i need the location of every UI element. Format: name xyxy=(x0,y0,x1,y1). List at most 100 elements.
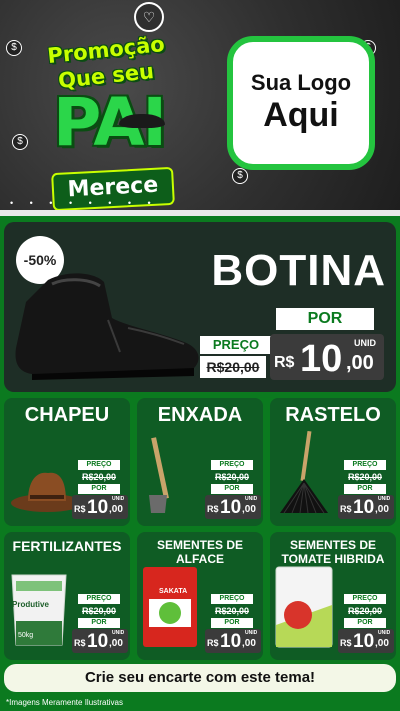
product-card[interactable]: CHAPEU PREÇO R$20,00 POR R$ 10,00 UNID xyxy=(4,398,130,526)
currency: R$ xyxy=(340,504,352,514)
price-tag: PREÇO R$20,00 POR R$ 10,00 UNID xyxy=(205,460,261,522)
coin-icon: $ xyxy=(232,168,248,184)
new-price: R$ 10,00 UNID xyxy=(205,495,261,519)
preco-label: PREÇO xyxy=(211,460,253,470)
lettuce-seeds-image xyxy=(141,565,199,654)
tomato-seeds-image xyxy=(274,565,334,654)
new-price: R$ 10,00 UNID xyxy=(72,629,128,653)
price-cents: ,00 xyxy=(242,638,256,649)
new-price: R$ 10,00 UNID xyxy=(205,629,261,653)
por-label: POR xyxy=(78,484,120,494)
divider xyxy=(0,210,400,216)
preco-label: PREÇO xyxy=(78,594,120,604)
bag-weight: 50kg xyxy=(18,632,34,639)
preco-label: PREÇO xyxy=(344,460,386,470)
price-int: 10 xyxy=(220,497,242,518)
por-label: POR xyxy=(211,484,253,494)
por-label: POR xyxy=(276,308,374,330)
product-card[interactable]: FERTILIZANTES Produtive 50kg PREÇO R$20,00 PO… xyxy=(4,532,130,660)
currency: R$ xyxy=(274,354,295,371)
decorative-dots: • • • • • • • • xyxy=(10,198,158,208)
unit-label: UNID xyxy=(245,630,258,636)
featured-title: BOTINA xyxy=(211,246,386,295)
unit-label: UNID xyxy=(378,630,391,636)
preco-label: PREÇO xyxy=(200,336,272,354)
new-price: R$ 10,00 UNID xyxy=(72,495,128,519)
price-int: 10 xyxy=(300,338,343,380)
cta-banner[interactable]: Crie seu encarte com este tema! xyxy=(4,664,396,692)
boot-image xyxy=(15,273,199,380)
new-price: R$ 10 ,00 UNID xyxy=(270,334,384,380)
featured-card[interactable]: -50% BOTINA POR PREÇO R$20,00 R$ 10 ,00 … xyxy=(4,222,396,392)
currency: R$ xyxy=(340,638,352,648)
old-price: R$20,00 xyxy=(344,605,386,617)
price-cents: ,00 xyxy=(375,504,389,515)
currency: R$ xyxy=(207,638,219,648)
product-card[interactable]: RASTELO PREÇO R$20,00 POR R$ 10,00 UNID xyxy=(270,398,396,526)
por-label: POR xyxy=(344,484,386,494)
price-int: 10 xyxy=(353,631,375,652)
price-tag: PREÇO R$20,00 POR R$ 10,00 UNID xyxy=(72,460,128,522)
pack-brand: SAKATA xyxy=(159,588,188,595)
product-title: CHAPEU xyxy=(24,404,110,426)
rake-image xyxy=(274,430,334,520)
logo-line-1: Sua Logo xyxy=(250,70,352,95)
price-cents: ,00 xyxy=(109,638,123,649)
price-int: 10 xyxy=(220,631,242,652)
disclaimer-note: *Imagens Meramente Ilustrativas xyxy=(6,698,123,707)
price-cents: ,00 xyxy=(346,352,374,374)
old-price: R$20,00 xyxy=(344,471,386,483)
unit-label: UNID xyxy=(354,338,376,348)
unit-label: UNID xyxy=(378,496,391,502)
old-price: R$20,00 xyxy=(200,356,266,378)
featured-price-tag: POR PREÇO R$20,00 R$ 10 ,00 UNID xyxy=(200,308,390,384)
por-label: POR xyxy=(344,618,386,628)
price-tag: PREÇO R$20,00 POR R$ 10,00 UNID xyxy=(72,594,128,656)
price-tag: PREÇO R$20,00 POR R$ 10,00 UNID xyxy=(338,460,394,522)
logo-line-2: Aqui xyxy=(263,96,339,134)
product-title: SEMENTES DE ALFACE xyxy=(156,538,243,566)
price-cents: ,00 xyxy=(109,504,123,515)
preco-label: PREÇO xyxy=(211,594,253,604)
price-int: 10 xyxy=(353,497,375,518)
header: Promoção Que seu PAI Merece ♡ $ $ $ $ Su… xyxy=(0,0,400,210)
flyer-page: Promoção Que seu PAI Merece ♡ $ $ $ $ Su… xyxy=(0,0,400,711)
price-int: 10 xyxy=(87,631,109,652)
product-card[interactable]: SEMENTES DE TOMATE HIBRIDA PREÇO R$20,00 PO… xyxy=(270,532,396,660)
price-tag: PREÇO R$20,00 POR R$ 10,00 UNID xyxy=(338,594,394,656)
bag-brand: Produtive xyxy=(12,600,49,609)
old-price: R$20,00 xyxy=(78,471,120,483)
product-title: FERTILIZANTES xyxy=(12,538,122,554)
product-title: SEMENTES DE TOMATE HIBRIDA xyxy=(281,538,385,566)
currency: R$ xyxy=(74,638,86,648)
unit-label: UNID xyxy=(112,630,125,636)
old-price: R$20,00 xyxy=(211,471,253,483)
por-label: POR xyxy=(211,618,253,628)
product-title: ENXADA xyxy=(157,404,243,426)
product-card[interactable]: SEMENTES DE ALFACE SAKATA PREÇO R$20,00 POR R… xyxy=(137,532,263,660)
currency: R$ xyxy=(74,504,86,514)
price-int: 10 xyxy=(87,497,109,518)
price-cents: ,00 xyxy=(375,638,389,649)
coin-icon: $ xyxy=(6,40,22,56)
fertilizer-bag-image xyxy=(8,569,70,654)
new-price: R$ 10,00 UNID xyxy=(338,629,394,653)
unit-label: UNID xyxy=(112,496,125,502)
old-price: R$20,00 xyxy=(211,605,253,617)
promo-title: Promoção Que seu PAI Merece xyxy=(16,18,201,210)
old-price: R$20,00 xyxy=(78,605,120,617)
new-price: R$ 10,00 UNID xyxy=(338,495,394,519)
price-tag: PREÇO R$20,00 POR R$ 10,00 UNID xyxy=(205,594,261,656)
heart-icon: ♡ xyxy=(134,2,164,32)
unit-label: UNID xyxy=(245,496,258,502)
por-label: POR xyxy=(78,618,120,628)
preco-label: PREÇO xyxy=(78,460,120,470)
currency: R$ xyxy=(207,504,219,514)
product-card[interactable]: ENXADA PREÇO R$20,00 POR R$ 10,00 UNID xyxy=(137,398,263,526)
price-cents: ,00 xyxy=(242,504,256,515)
hoe-image xyxy=(141,435,181,520)
preco-label: PREÇO xyxy=(344,594,386,604)
mustache-icon xyxy=(119,114,165,128)
logo-placeholder[interactable]: Sua Logo Aqui xyxy=(227,36,375,170)
product-title: RASTELO xyxy=(285,404,381,426)
